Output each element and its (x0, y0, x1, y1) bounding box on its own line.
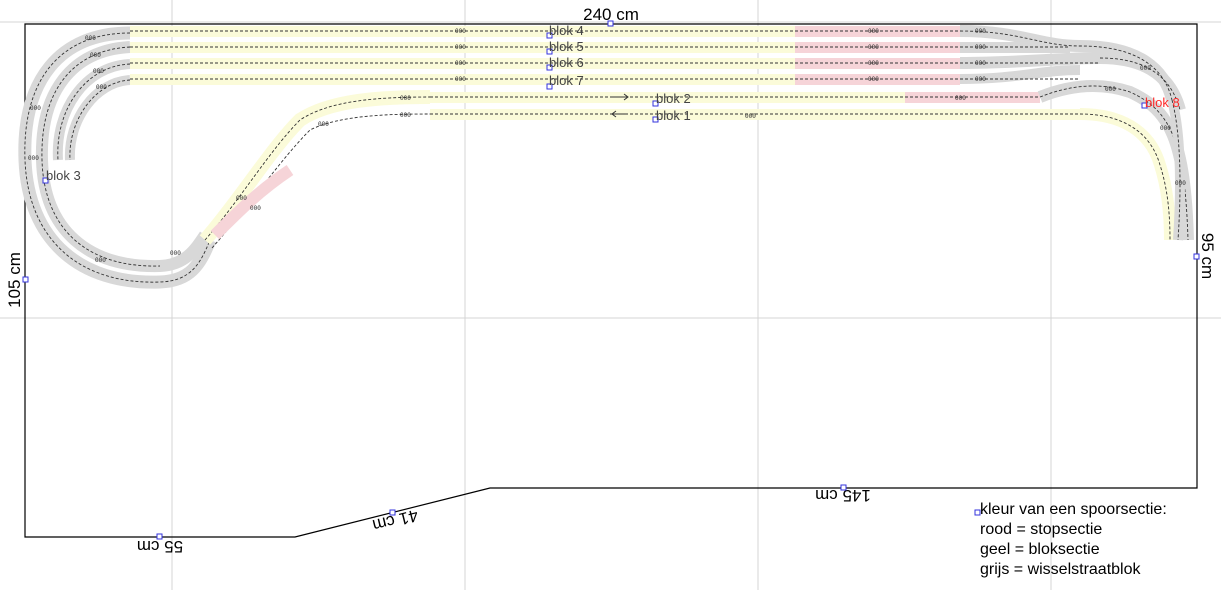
label-blok5: blok 5 (549, 39, 584, 54)
svg-text:000: 000 (1175, 180, 1186, 187)
svg-text:000: 000 (975, 44, 986, 51)
label-blok8: blok 8 (1145, 95, 1180, 110)
svg-text:000: 000 (868, 44, 879, 51)
svg-text:000: 000 (400, 95, 411, 102)
label-blok3: blok 3 (46, 168, 81, 183)
label-blok6: blok 6 (549, 55, 584, 70)
block-section-right-curve (1079, 108, 1176, 241)
legend-title: kleur van een spoorsectie: (980, 501, 1167, 518)
legend: kleur van een spoorsectie: rood = stopse… (980, 500, 1167, 580)
svg-text:000: 000 (1105, 86, 1116, 93)
dim-left: 105 cm (5, 252, 24, 308)
svg-text:000: 000 (170, 250, 181, 257)
svg-text:000: 000 (85, 35, 96, 42)
svg-text:000: 000 (745, 113, 756, 120)
label-blok4: blok 4 (549, 23, 584, 38)
svg-text:000: 000 (95, 257, 106, 264)
track-sections (18, 25, 1194, 289)
legend-red: rood = stopsectie (980, 521, 1103, 538)
svg-text:000: 000 (90, 52, 101, 59)
svg-text:000: 000 (455, 60, 466, 67)
svg-text:000: 000 (868, 76, 879, 83)
label-blok2: blok 2 (656, 91, 691, 106)
label-blok7: blok 7 (549, 73, 584, 88)
dim-bottom-left: 55 cm (137, 537, 183, 556)
svg-text:000: 000 (30, 105, 41, 112)
svg-text:000: 000 (96, 84, 107, 91)
svg-text:000: 000 (1140, 65, 1151, 72)
svg-text:000: 000 (868, 60, 879, 67)
legend-grey: grijs = wisselstraatblok (980, 561, 1141, 578)
svg-text:000: 000 (236, 195, 247, 202)
svg-text:000: 000 (250, 205, 261, 212)
dim-right: 95 cm (1198, 233, 1217, 279)
svg-text:000: 000 (975, 28, 986, 35)
legend-yellow: geel = bloksectie (980, 541, 1100, 558)
svg-text:000: 000 (975, 76, 986, 83)
direction-arrows (611, 93, 629, 118)
svg-text:000: 000 (975, 60, 986, 67)
svg-text:000: 000 (955, 95, 966, 102)
svg-text:000: 000 (28, 155, 39, 162)
svg-text:000: 000 (1160, 125, 1171, 132)
svg-text:000: 000 (455, 76, 466, 83)
svg-text:000: 000 (455, 28, 466, 35)
label-blok1: blok 1 (656, 108, 691, 123)
svg-text:000: 000 (400, 112, 411, 119)
svg-text:000: 000 (868, 28, 879, 35)
stop-section-blok8 (905, 92, 1040, 103)
svg-text:000: 000 (318, 121, 329, 128)
svg-text:000: 000 (93, 68, 104, 75)
svg-text:000: 000 (455, 44, 466, 51)
